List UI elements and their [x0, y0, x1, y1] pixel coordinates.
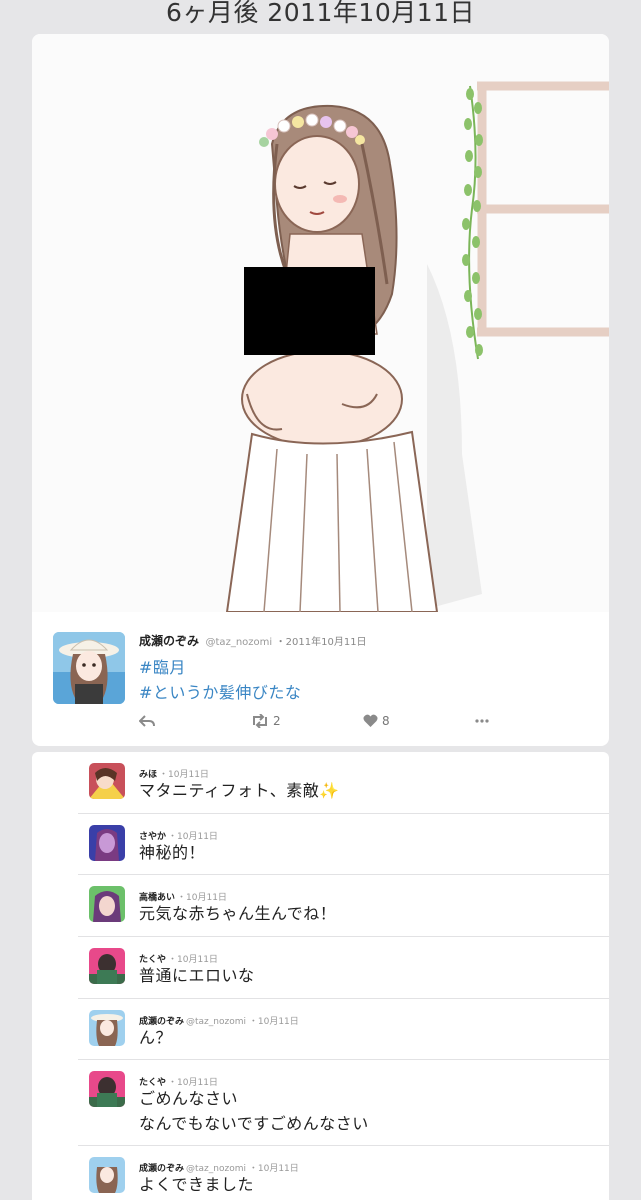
- maternity-illustration: [225, 81, 609, 612]
- reply-avatar[interactable]: [89, 1071, 125, 1107]
- more-dots-icon: [475, 719, 489, 723]
- picture-frame: [477, 81, 609, 337]
- post-date: ・2011年10月11日: [275, 637, 367, 648]
- reply-author-handle[interactable]: @taz_nozomi: [186, 1017, 246, 1027]
- reply-text: 神秘的！: [139, 843, 206, 862]
- hashtag-link[interactable]: #臨月: [139, 654, 186, 678]
- reply-avatar[interactable]: [89, 886, 125, 922]
- retweet-count: 2: [273, 714, 281, 728]
- censor-block: [244, 267, 375, 355]
- page-title: 6ヶ月後 2011年10月11日: [165, 0, 476, 27]
- reply-avatar[interactable]: [89, 763, 125, 799]
- author-name[interactable]: 成瀬のぞみ: [139, 634, 199, 648]
- reply-text-line2: なんでもないですごめんなさい: [139, 1114, 369, 1133]
- reply-text: 普通にエロいな: [139, 966, 255, 985]
- divider: [78, 874, 609, 875]
- heart-icon: [363, 714, 378, 727]
- reply-avatar[interactable]: [89, 948, 125, 984]
- like-count: 8: [382, 714, 390, 728]
- tweet-image[interactable]: [32, 34, 609, 612]
- retweet-icon: [253, 714, 267, 728]
- reply-avatar[interactable]: [89, 1157, 125, 1193]
- divider: [78, 1145, 609, 1146]
- reply-avatar[interactable]: [89, 1010, 125, 1046]
- tweet-card: 成瀬のぞみ @taz_nozomi ・2011年10月11日 #臨月 #というか…: [32, 34, 609, 746]
- divider: [78, 1059, 609, 1060]
- divider: [78, 813, 609, 814]
- reply-list: みほ ・10月11日 マタニティフォト、素敵✨ さやか ・10月11日 神秘的！ 高…: [32, 752, 609, 1200]
- reply-text: ん？: [139, 1028, 173, 1047]
- divider: [78, 936, 609, 937]
- reply-date: ・10月11日: [248, 1164, 299, 1174]
- author-avatar[interactable]: [53, 632, 125, 704]
- reply-icon: [139, 715, 155, 727]
- reply-date: ・10月11日: [248, 1017, 299, 1027]
- divider: [78, 998, 609, 999]
- more-button[interactable]: [475, 714, 489, 728]
- reply-button[interactable]: [139, 714, 155, 728]
- like-button[interactable]: 8: [363, 714, 390, 728]
- reply-text: マタニティフォト、素敵✨: [139, 781, 340, 800]
- reply-avatar[interactable]: [89, 825, 125, 861]
- retweet-button[interactable]: 2: [251, 714, 281, 728]
- reply-text: ごめんなさい: [139, 1089, 239, 1108]
- reply-text: 元気な赤ちゃん生んでね！: [139, 904, 337, 923]
- post-header: 成瀬のぞみ @taz_nozomi ・2011年10月11日: [139, 632, 367, 649]
- hashtag-link[interactable]: #というか髪伸びたな: [139, 679, 301, 703]
- author-handle[interactable]: @taz_nozomi: [206, 637, 273, 648]
- reply-text: よくできました: [139, 1175, 255, 1194]
